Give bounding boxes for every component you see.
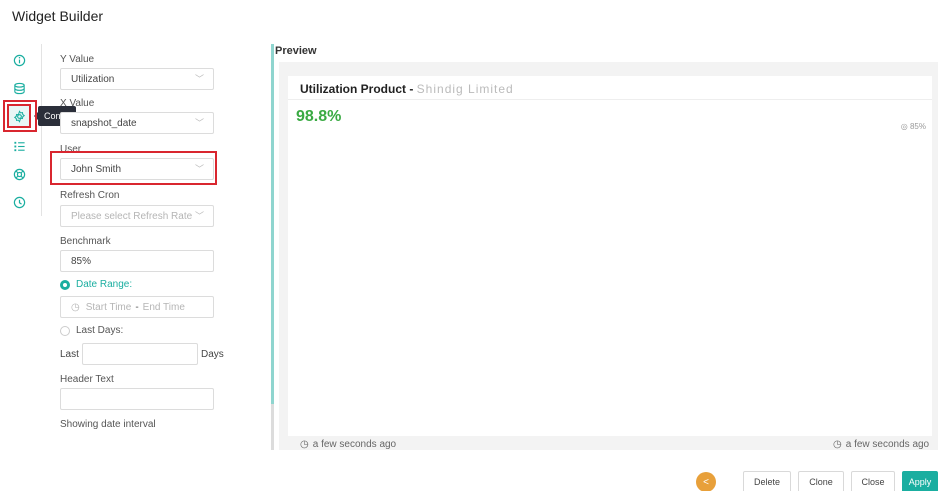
clone-button[interactable]: Clone (798, 471, 844, 491)
clock-icon: ◷ (300, 439, 309, 450)
clock-icon: ◷ (71, 301, 80, 313)
refresh-cron-label: Refresh Cron (60, 190, 120, 201)
x-value-label: X Value (60, 98, 95, 109)
radio-unchecked-icon (60, 325, 70, 336)
last-days-radio[interactable]: Last Days: (60, 325, 123, 336)
last-days-label: Last Days: (76, 325, 124, 336)
list-icon[interactable] (8, 136, 30, 156)
last-prefix: Last (60, 349, 79, 360)
y-value-label: Y Value (60, 54, 95, 65)
x-value-select[interactable]: snapshot_date ﹀ (60, 112, 214, 134)
last-days-input[interactable] (82, 343, 198, 365)
days-suffix: Days (201, 349, 224, 360)
footer-left-text: a few seconds ago (312, 439, 397, 450)
benchmark-label: Benchmark (60, 236, 111, 247)
refresh-cron-placeholder: Please select Refresh Rate (71, 210, 193, 222)
apply-button[interactable]: Apply (902, 471, 938, 491)
support-icon[interactable] (8, 164, 30, 184)
y-value-selected: Utilization (71, 73, 115, 85)
chevron-down-icon: ﹀ (195, 118, 205, 128)
benchmark-input[interactable]: 85% (60, 250, 214, 272)
database-icon[interactable] (8, 78, 30, 98)
x-value-selected: snapshot_date (71, 117, 137, 129)
share-icon: < (703, 476, 709, 488)
window-title: Widget Builder (12, 8, 104, 24)
header-text-label: Header Text (60, 374, 114, 385)
close-button[interactable]: Close (851, 471, 895, 491)
chevron-down-icon: ﹀ (195, 74, 205, 84)
rail-divider (41, 44, 42, 216)
form-scrollbar-rest (271, 404, 274, 450)
date-range-separator: - (135, 301, 139, 313)
delete-button[interactable]: Delete (743, 471, 791, 491)
refresh-cron-select[interactable]: Please select Refresh Rate ﹀ (60, 205, 214, 227)
widget-benchmark-value: 85% (909, 122, 926, 131)
footer-right-text: a few seconds ago (845, 439, 930, 450)
form-scrollbar[interactable] (271, 44, 274, 404)
widget-benchmark: ◎ 85% (901, 122, 926, 131)
header-text-input[interactable] (60, 388, 214, 410)
preview-heading: Preview (275, 45, 317, 57)
widget-card-title: Utilization Product - (300, 82, 417, 96)
chevron-down-icon: ﹀ (195, 211, 205, 221)
clock-icon[interactable] (8, 192, 30, 212)
target-icon: ◎ (900, 122, 908, 131)
widget-card: Utilization Product - Shindig Limited 98… (288, 76, 932, 436)
date-range-radio[interactable]: Date Range: (60, 279, 132, 290)
widget-card-title-blurred: Shindig Limited (416, 82, 514, 96)
date-range-label: Date Range: (76, 279, 133, 290)
clock-icon: ◷ (833, 439, 842, 450)
widget-builder: Widget Builder Config Y Value Utilizatio… (0, 0, 938, 491)
y-value-select[interactable]: Utilization ﹀ (60, 68, 214, 90)
date-range-picker[interactable]: ◷ Start Time - End Time (60, 296, 214, 318)
widget-card-header: Utilization Product - Shindig Limited (288, 76, 932, 100)
user-highlight (50, 151, 217, 185)
share-button[interactable]: < (696, 472, 716, 491)
benchmark-value: 85% (71, 255, 92, 267)
radio-checked-icon (60, 279, 70, 290)
showing-date-interval-label: Showing date interval (60, 419, 156, 430)
footer-left: ◷ a few seconds ago (300, 439, 396, 450)
start-time-placeholder: Start Time (85, 301, 132, 313)
gear-highlight (3, 100, 37, 132)
footer-right: ◷ a few seconds ago (833, 439, 929, 450)
info-icon[interactable] (8, 50, 30, 70)
end-time-placeholder: End Time (142, 301, 185, 313)
widget-metric-value: 98.8% (296, 108, 342, 125)
